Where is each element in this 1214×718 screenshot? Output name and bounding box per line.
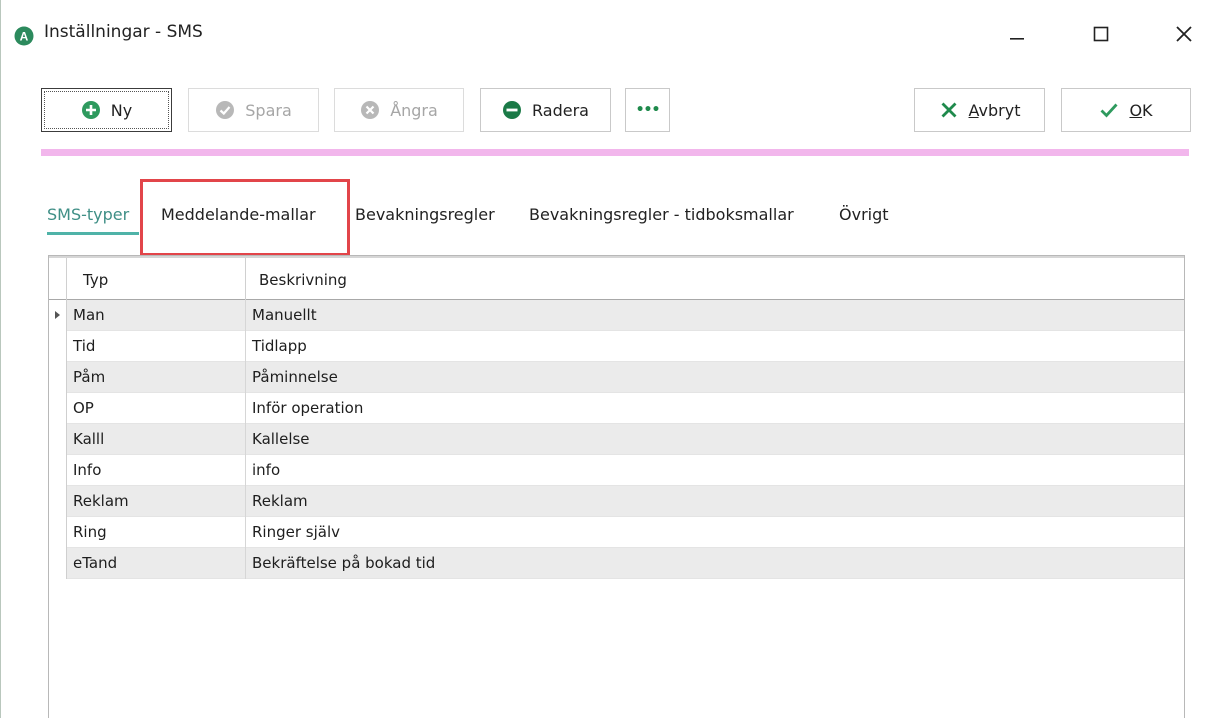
row-indicator (49, 300, 67, 331)
delete-label: Radera (532, 100, 589, 120)
cell-beskrivning: Bekräftelse på bokad tid (252, 554, 436, 572)
column-header-beskrivning[interactable]: Beskrivning (246, 258, 347, 300)
row-indicator (49, 331, 67, 362)
cell-beskrivning: Ringer själv (252, 523, 341, 541)
save-label: Spara (245, 100, 292, 120)
minimize-button[interactable] (997, 18, 1037, 50)
row-indicator (49, 517, 67, 548)
title-bar: A Inställningar - SMS (1, 0, 1214, 64)
cell-typ: Kalll (67, 424, 246, 455)
grid-header: Typ Beskrivning (49, 256, 1184, 300)
settings-window: A Inställningar - SMS Ny Spara Ångra Rad… (0, 0, 1214, 718)
cell-typ: OP (67, 393, 246, 424)
table-row[interactable]: Man Manuellt (49, 300, 1184, 331)
delete-button[interactable]: Radera (480, 88, 611, 132)
cell-beskrivning: Manuellt (252, 306, 317, 324)
highlight-annotation (140, 179, 350, 256)
cell-typ: Info (67, 455, 246, 486)
cell-typ: Påm (67, 362, 246, 393)
x-icon (941, 102, 957, 118)
undo-button[interactable]: Ångra (334, 88, 464, 132)
table-row[interactable]: eTand Bekräftelse på bokad tid (49, 548, 1184, 579)
row-indicator (49, 455, 67, 486)
undo-label: Ångra (390, 100, 438, 120)
cell-typ: eTand (67, 548, 246, 579)
cancel-mnemonic: A (968, 100, 979, 120)
current-row-icon (55, 311, 60, 319)
cell-typ: Reklam (67, 486, 246, 517)
cell-typ: Ring (67, 517, 246, 548)
cell-beskrivning: Reklam (252, 492, 308, 510)
tab-sms-typer[interactable]: SMS-typer (47, 205, 129, 224)
new-button[interactable]: Ny (41, 88, 172, 132)
sms-types-grid: Typ Beskrivning Man Manuellt Tid Tidlapp… (48, 255, 1185, 718)
table-row[interactable]: Tid Tidlapp (49, 331, 1184, 362)
table-row[interactable]: Reklam Reklam (49, 486, 1184, 517)
app-logo-icon: A (14, 26, 34, 46)
row-indicator (49, 548, 67, 579)
tab-ovrigt[interactable]: Övrigt (839, 205, 889, 224)
row-indicator (49, 362, 67, 393)
save-button[interactable]: Spara (188, 88, 319, 132)
minimize-icon (1010, 38, 1024, 40)
row-indicator (49, 393, 67, 424)
plus-circle-icon (81, 101, 100, 119)
cancel-label: Avbryt (969, 101, 1021, 120)
cell-beskrivning: Inför operation (252, 399, 364, 417)
ok-mnemonic: O (1129, 100, 1143, 120)
check-circle-icon (216, 101, 235, 119)
more-button[interactable]: ••• (625, 88, 670, 132)
row-indicator (49, 486, 67, 517)
toolbar: Ny Spara Ångra Radera ••• Avbryt OK (1, 88, 1214, 134)
maximize-button[interactable] (1081, 18, 1121, 50)
row-indicator-header (49, 258, 67, 300)
table-row[interactable]: OP Inför operation (49, 393, 1184, 424)
maximize-icon (1093, 26, 1109, 42)
tab-bevakningsregler[interactable]: Bevakningsregler (355, 205, 495, 224)
row-indicator (49, 424, 67, 455)
table-row[interactable]: Info info (49, 455, 1184, 486)
table-row[interactable]: Ring Ringer själv (49, 517, 1184, 548)
ok-label-rest: K (1142, 100, 1153, 120)
cancel-button[interactable]: Avbryt (914, 88, 1045, 132)
ok-button[interactable]: OK (1061, 88, 1191, 132)
window-title: Inställningar - SMS (44, 22, 203, 42)
check-icon (1100, 103, 1118, 118)
cell-beskrivning: Påminnelse (252, 368, 338, 386)
cell-typ: Man (67, 300, 246, 331)
cell-typ: Tid (67, 331, 246, 362)
svg-text:A: A (20, 30, 29, 44)
cell-beskrivning: Tidlapp (252, 337, 307, 355)
tab-bevakningsregler-tidboksmallar[interactable]: Bevakningsregler - tidboksmallar (529, 205, 794, 224)
cell-beskrivning: Kallelse (252, 430, 310, 448)
new-label: Ny (110, 100, 133, 120)
close-button[interactable] (1164, 18, 1204, 50)
cell-beskrivning: info (252, 461, 281, 479)
accent-divider (41, 149, 1189, 156)
grid-rows: Man Manuellt Tid Tidlapp Påm Påminnelse … (49, 300, 1184, 579)
column-header-typ[interactable]: Typ (67, 258, 246, 300)
more-dots-icon: ••• (635, 102, 661, 118)
ok-label: OK (1129, 101, 1152, 120)
x-circle-icon (361, 101, 380, 119)
table-row[interactable]: Kalll Kallelse (49, 424, 1184, 455)
active-tab-indicator (47, 232, 139, 235)
cancel-label-rest: vbryt (978, 100, 1021, 120)
minus-circle-icon (503, 101, 522, 119)
close-icon (1176, 26, 1192, 42)
table-row[interactable]: Påm Påminnelse (49, 362, 1184, 393)
